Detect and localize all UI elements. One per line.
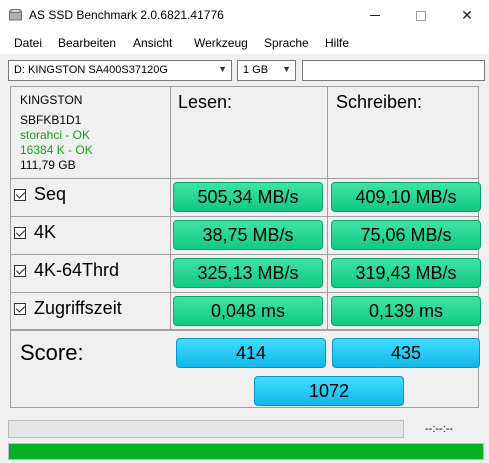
menu-ansicht[interactable]: Ansicht — [133, 36, 172, 50]
driver-status: storahci - OK — [20, 128, 91, 142]
4k-write-result: 75,06 MB/s — [331, 220, 481, 250]
4k-read-result: 38,75 MB/s — [173, 220, 323, 250]
window-title: AS SSD Benchmark 2.0.6821.41776 — [29, 8, 224, 22]
row-divider — [10, 254, 479, 255]
row-divider — [10, 216, 479, 217]
write-column-header: Schreiben: — [336, 92, 423, 112]
4k64-write-result: 319,43 MB/s — [331, 258, 481, 288]
total-progress-fill — [9, 444, 483, 459]
test-label: Seq — [34, 184, 67, 204]
maximize-icon — [416, 10, 426, 21]
size-select[interactable]: 1 GB ▼ — [237, 60, 296, 81]
drive-capacity: 111,79 GB — [20, 158, 76, 172]
test-label: 4K — [34, 222, 57, 242]
close-icon: ✕ — [461, 7, 473, 23]
row-divider — [10, 292, 479, 293]
row-divider — [10, 178, 479, 179]
menu-datei[interactable]: Datei — [14, 36, 42, 50]
score-label: Score: — [20, 340, 84, 365]
drive-select[interactable]: D: KINGSTON SA400S37120G ▼ — [8, 60, 232, 81]
size-select-value: 1 GB — [243, 64, 269, 76]
test-4k-64thrd[interactable]: 4K-64Thrd — [14, 260, 119, 281]
app-icon — [9, 9, 22, 21]
minimize-icon — [370, 15, 380, 16]
total-progress-bar — [8, 443, 484, 460]
seq-read-result: 505,34 MB/s — [173, 182, 323, 212]
dropdown-arrow-icon: ▼ — [218, 64, 227, 74]
access-read-result: 0,048 ms — [173, 296, 323, 326]
elapsed-time: --:--:-- — [425, 423, 454, 435]
test-label: Zugriffszeit — [34, 298, 122, 318]
test-4k[interactable]: 4K — [14, 222, 56, 243]
test-progress-bar — [8, 420, 404, 438]
4k64-read-result: 325,13 MB/s — [173, 258, 323, 288]
access-write-result: 0,139 ms — [331, 296, 481, 326]
drive-firmware: SBFKB1D1 — [20, 113, 82, 127]
test-access-time[interactable]: Zugriffszeit — [14, 298, 122, 319]
checkbox-checked-icon[interactable] — [14, 302, 26, 315]
score-write: 435 — [332, 338, 480, 368]
minimize-button[interactable] — [352, 0, 398, 31]
close-button[interactable]: ✕ — [444, 0, 489, 31]
checkbox-checked-icon[interactable] — [14, 226, 26, 239]
column-divider — [327, 86, 328, 330]
drive-select-value: D: KINGSTON SA400S37120G — [14, 64, 168, 76]
score-total: 1072 — [254, 376, 404, 406]
menu-sprache[interactable]: Sprache — [264, 36, 309, 50]
row-divider — [10, 330, 479, 331]
checkbox-checked-icon[interactable] — [14, 264, 26, 277]
test-seq[interactable]: Seq — [14, 184, 66, 205]
toolbar: D: KINGSTON SA400S37120G ▼ 1 GB ▼ — [0, 54, 489, 86]
test-label: 4K-64Thrd — [34, 260, 120, 280]
menu-bar: Datei Bearbeiten Ansicht Werkzeug Sprach… — [0, 31, 489, 54]
drive-name: KINGSTON — [20, 93, 83, 107]
seq-write-result: 409,10 MB/s — [331, 182, 481, 212]
title-bar: AS SSD Benchmark 2.0.6821.41776 ✕ — [0, 0, 489, 31]
alignment-status: 16384 K - OK — [20, 143, 93, 157]
main-area: KINGSTON SBFKB1D1 storahci - OK 16384 K … — [0, 86, 489, 463]
score-read: 414 — [176, 338, 326, 368]
menu-hilfe[interactable]: Hilfe — [325, 36, 349, 50]
dropdown-arrow-icon: ▼ — [282, 64, 291, 74]
menu-werkzeug[interactable]: Werkzeug — [194, 36, 248, 50]
menu-bearbeiten[interactable]: Bearbeiten — [58, 36, 116, 50]
maximize-button[interactable] — [398, 0, 444, 31]
text-input[interactable] — [302, 60, 485, 81]
column-divider — [170, 86, 171, 330]
read-column-header: Lesen: — [178, 92, 233, 112]
checkbox-checked-icon[interactable] — [14, 188, 26, 201]
